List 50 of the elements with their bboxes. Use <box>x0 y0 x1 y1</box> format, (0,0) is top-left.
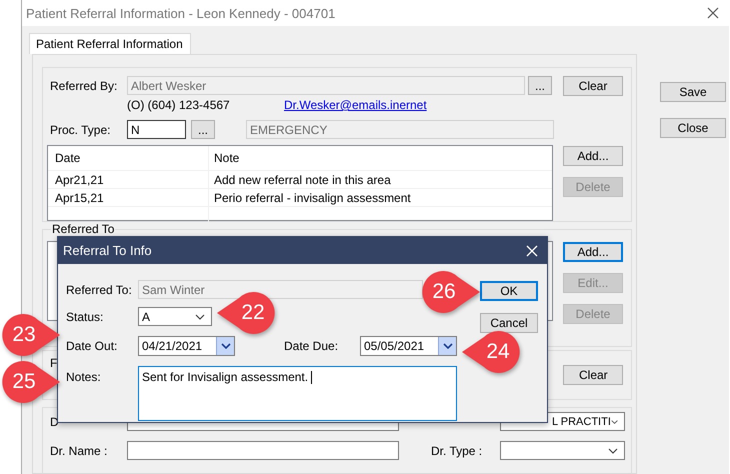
proc-description-field: EMERGENCY <box>246 120 554 139</box>
chevron-down-icon <box>442 343 452 349</box>
table-cell: Apr15,21 <box>48 189 209 206</box>
field-label: Referred To: <box>66 282 133 296</box>
list-button[interactable]: Add... <box>563 242 623 262</box>
dropdown-button[interactable] <box>438 337 456 355</box>
email-link[interactable]: Dr.Wesker@emails.inernet <box>284 98 427 112</box>
table-cell: Apr21,21 <box>48 171 209 188</box>
chevron-down-icon <box>220 343 230 349</box>
column-header[interactable]: Note <box>209 146 552 170</box>
date-out-field[interactable]: 04/21/2021 <box>138 336 235 356</box>
field-label: Dr. Name : <box>50 444 108 458</box>
table-cell-text: Add new referral note in this area <box>213 172 392 188</box>
chevron-down-icon <box>610 418 618 424</box>
browse-button[interactable]: ... <box>191 120 215 139</box>
field-label: Notes: <box>66 369 102 384</box>
group-title: Referred To <box>51 222 116 236</box>
referred-to-field: Sam Winter <box>138 280 423 299</box>
field-label: F <box>50 356 58 370</box>
clear-button[interactable]: Clear <box>563 365 624 385</box>
chevron-down-icon <box>195 314 205 320</box>
window-title: Patient Referral Information - Leon Kennedy - 004701 <box>26 6 336 20</box>
field-label: Date Out: <box>66 339 118 353</box>
window-button[interactable]: Save <box>660 82 726 102</box>
dialog-button[interactable]: Cancel <box>480 313 538 333</box>
table-cell-text: Perio referral - invisalign assessment <box>213 190 412 206</box>
dr-type-dropdown[interactable] <box>500 441 625 460</box>
dialog-title: Referral To Info <box>63 243 152 258</box>
dropdown-button[interactable] <box>216 337 234 355</box>
field-label: Referred By: <box>50 78 118 92</box>
clear-button[interactable]: Clear <box>563 76 623 96</box>
field-label: Status: <box>66 310 104 324</box>
notes-field[interactable]: Sent for Invisalign assessment. <box>138 366 457 421</box>
column-header[interactable]: Date <box>48 146 209 170</box>
phone-number: (O) (604) 123-4567 <box>127 98 231 112</box>
status-dropdown[interactable]: A <box>138 307 212 326</box>
field-label: Date Due: <box>284 339 340 353</box>
close-icon[interactable] <box>707 7 719 19</box>
chevron-down-icon <box>608 448 618 454</box>
list-button[interactable]: Add... <box>563 146 623 166</box>
referred-by-field[interactable]: Albert Wesker <box>127 76 525 95</box>
field-label: Dr. Type : <box>431 444 484 458</box>
dialog-button[interactable]: OK <box>480 281 538 301</box>
window-button[interactable]: Close <box>660 118 726 138</box>
dr-name-field[interactable] <box>127 441 399 460</box>
tab[interactable]: Patient Referral Information <box>29 33 191 54</box>
browse-button[interactable]: ... <box>528 76 552 95</box>
field-label: Proc. Type: <box>50 122 112 136</box>
proc-type-field[interactable]: N <box>127 120 186 139</box>
date-due-field[interactable]: 05/05/2021 <box>360 336 457 356</box>
